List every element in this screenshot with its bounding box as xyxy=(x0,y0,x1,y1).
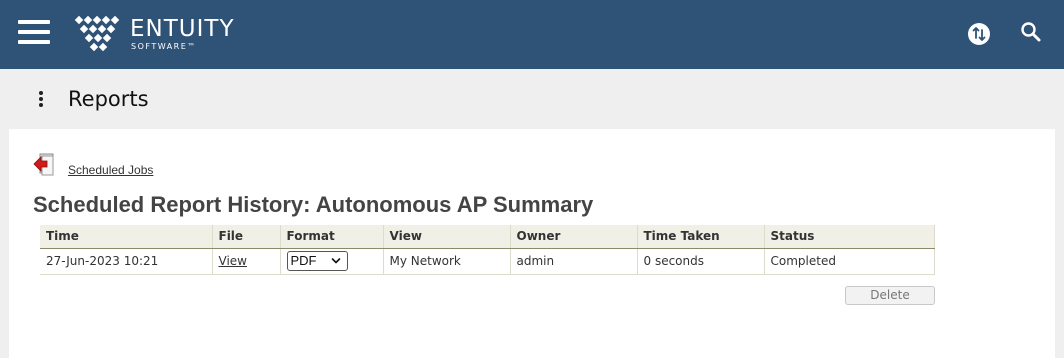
page-header: Reports xyxy=(0,69,1064,129)
table-header-row: Time File Format View Owner Time Taken S… xyxy=(40,225,935,249)
top-navigation-bar: ENTUITY SOFTWARE™ xyxy=(0,0,1064,69)
search-icon[interactable] xyxy=(1019,20,1043,44)
content-panel: Scheduled Jobs Scheduled Report History:… xyxy=(9,129,1055,358)
logo-subtitle: SOFTWARE™ xyxy=(131,42,197,51)
report-history-title: Scheduled Report History: Autonomous AP … xyxy=(33,192,594,217)
cell-status: Completed xyxy=(763,248,935,275)
page-title: Reports xyxy=(68,87,149,111)
delete-button[interactable]: Delete xyxy=(845,286,935,305)
column-header-time[interactable]: Time xyxy=(40,225,212,249)
back-arrow-icon[interactable] xyxy=(32,152,56,176)
column-header-format[interactable]: Format xyxy=(279,225,383,249)
entuity-logo-mark-icon xyxy=(74,15,120,52)
hamburger-menu-icon[interactable] xyxy=(18,20,50,44)
cell-time: 27-Jun-2023 10:21 xyxy=(40,248,212,275)
view-file-link[interactable]: View xyxy=(219,254,247,268)
entuity-logo: ENTUITY SOFTWARE™ xyxy=(72,12,242,56)
column-header-view[interactable]: View xyxy=(382,225,510,249)
logo-name: ENTUITY xyxy=(130,16,235,42)
cell-file: View xyxy=(211,248,280,275)
format-select[interactable]: PDF xyxy=(286,251,348,271)
column-header-time-taken[interactable]: Time Taken xyxy=(636,225,764,249)
column-header-owner[interactable]: Owner xyxy=(509,225,637,249)
table-row: 27-Jun-2023 10:21 View PDF My Network ad… xyxy=(40,248,935,275)
report-history-table: Time File Format View Owner Time Taken S… xyxy=(40,225,935,275)
more-vertical-icon[interactable] xyxy=(33,89,49,109)
sync-icon[interactable] xyxy=(967,22,991,46)
cell-view: My Network xyxy=(382,248,510,275)
column-header-status[interactable]: Status xyxy=(763,225,935,249)
cell-owner: admin xyxy=(509,248,637,275)
chevron-down-icon xyxy=(331,258,340,264)
scheduled-jobs-link[interactable]: Scheduled Jobs xyxy=(68,163,153,177)
column-header-file[interactable]: File xyxy=(211,225,280,249)
cell-format: PDF xyxy=(279,248,383,275)
cell-time-taken: 0 seconds xyxy=(636,248,764,275)
format-select-value: PDF xyxy=(290,253,317,268)
